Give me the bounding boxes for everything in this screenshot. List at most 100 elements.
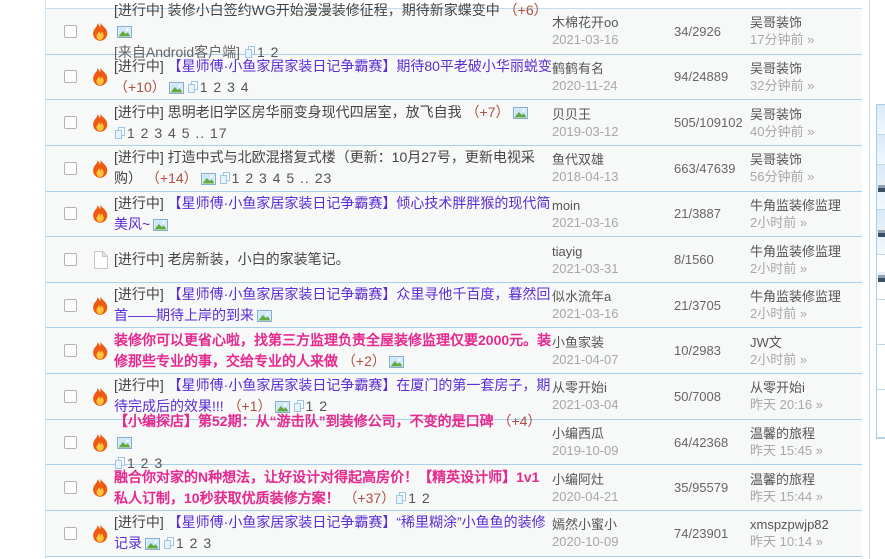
thread-title-link[interactable]: 融合你对家的N种想法，让好设计对得起高房价！【精英设计师】1v1私人订制，10秒… bbox=[114, 469, 539, 506]
thread-select-checkbox[interactable] bbox=[64, 436, 77, 449]
quicknav-cell-fragment[interactable] bbox=[877, 210, 885, 255]
thread-select-checkbox[interactable] bbox=[64, 481, 77, 494]
reply-view-counts: 94/24889 bbox=[674, 69, 750, 84]
lastpost-time-link[interactable]: 昨天 20:16 » bbox=[750, 397, 823, 412]
lastpost-author-link[interactable]: xmspzpwjp82 bbox=[750, 516, 860, 533]
quicknav-cell-fragment[interactable] bbox=[877, 165, 885, 210]
thread-status-tag[interactable]: [进行中] bbox=[114, 2, 164, 18]
quicknav-cell-fragment[interactable] bbox=[877, 300, 885, 345]
hot-flame-icon bbox=[92, 433, 108, 452]
author-name-link[interactable]: tiayig bbox=[552, 243, 674, 260]
author-name-link[interactable]: 嫣然小蜜小 bbox=[552, 516, 674, 533]
lastpost-time-link[interactable]: 32分钟前 » bbox=[750, 78, 814, 93]
lastpost-cell: 温馨的旅程昨天 15:44 » bbox=[750, 471, 860, 505]
lastpost-time-link[interactable]: 17分钟前 » bbox=[750, 32, 814, 47]
lastpost-time-link[interactable]: 2小时前 » bbox=[750, 215, 807, 230]
thread-title-link[interactable]: 思明老旧学区房华丽变身现代四居室，放飞自我 bbox=[168, 104, 462, 120]
page-number-links[interactable]: 1 2 3 4 5 .. 23 bbox=[232, 170, 333, 186]
thread-title-link[interactable]: 【小编探店】第52期：从“游击队”到装修公司，不变的是口碑 bbox=[114, 413, 494, 429]
thread-select-checkbox[interactable] bbox=[64, 207, 77, 220]
page-number-links[interactable]: 1 2 3 4 5 .. 17 bbox=[127, 125, 228, 141]
author-name-link[interactable]: 似水流年a bbox=[552, 288, 674, 305]
thread-select-checkbox[interactable] bbox=[64, 253, 77, 266]
lastpost-time-link[interactable]: 2小时前 » bbox=[750, 261, 807, 276]
author-name-link[interactable]: 鹤鹤有名 bbox=[552, 60, 674, 77]
lastpost-cell: 吴哥装饰32分钟前 » bbox=[750, 60, 860, 94]
thread-row: 融合你对家的N种想法，让好设计对得起高房价！【精英设计师】1v1私人订制，10秒… bbox=[46, 465, 862, 511]
lastpost-author-link[interactable]: 吴哥装饰 bbox=[750, 151, 860, 168]
thread-status-tag[interactable]: [进行中] bbox=[114, 377, 164, 393]
quicknav-glyph-fragment bbox=[878, 272, 885, 282]
page-number-links[interactable]: 1 2 bbox=[408, 490, 430, 506]
thread-status-tag[interactable]: [进行中] bbox=[114, 104, 164, 120]
quicknav-cell-fragment[interactable] bbox=[877, 135, 885, 165]
lastpost-author-link[interactable]: 吴哥装饰 bbox=[750, 106, 860, 123]
quicknav-cell-fragment[interactable] bbox=[877, 105, 885, 135]
recommend-count: （+37） bbox=[343, 490, 395, 506]
thread-select-checkbox[interactable] bbox=[64, 70, 77, 83]
thread-status-tag[interactable]: [进行中] bbox=[114, 195, 164, 211]
thread-status-tag[interactable]: [进行中] bbox=[114, 149, 164, 165]
lastpost-author-link[interactable]: 吴哥装饰 bbox=[750, 60, 860, 77]
lastpost-time-link[interactable]: 昨天 10:14 » bbox=[750, 534, 823, 549]
lastpost-time-link[interactable]: 昨天 15:44 » bbox=[750, 489, 823, 504]
quicknav-cell-fragment[interactable] bbox=[877, 390, 885, 438]
author-name-link[interactable]: 从零开始i bbox=[552, 379, 674, 396]
thread-row: 【小编探店】第52期：从“游击队”到装修公司，不变的是口碑 （+4）1 2 3小… bbox=[46, 420, 862, 466]
author-name-link[interactable]: 小编西瓜 bbox=[552, 425, 674, 442]
reply-view-counts: 663/47639 bbox=[674, 161, 750, 176]
author-name-link[interactable]: moin bbox=[552, 197, 674, 214]
thread-row: [进行中] 思明老旧学区房华丽变身现代四居室，放飞自我 （+7）1 2 3 4 … bbox=[46, 100, 862, 146]
thread-status-tag[interactable]: [进行中] bbox=[114, 251, 164, 267]
quicknav-cell-fragment[interactable] bbox=[877, 255, 885, 300]
author-cell: 小编阿灶2020-04-21 bbox=[552, 471, 674, 505]
page-number-links[interactable]: 1 2 3 4 bbox=[200, 79, 250, 95]
hot-flame-icon bbox=[92, 204, 108, 223]
page-number-links[interactable]: 1 2 3 bbox=[176, 535, 212, 551]
thread-title-link[interactable]: 装修你可以更省心啦，找第三方监理负责全屋装修监理仅要2000元。装修那些专业的事… bbox=[114, 332, 551, 369]
author-name-link[interactable]: 小鱼家装 bbox=[552, 334, 674, 351]
lastpost-author-link[interactable]: 从零开始i bbox=[750, 379, 860, 396]
lastpost-time-link[interactable]: 2小时前 » bbox=[750, 306, 807, 321]
thread-select-checkbox[interactable] bbox=[64, 344, 77, 357]
lastpost-author-link[interactable]: JW文 bbox=[750, 334, 860, 351]
thread-select-checkbox[interactable] bbox=[64, 390, 77, 403]
thread-status-tag[interactable]: [进行中] bbox=[114, 58, 164, 74]
thread-select-checkbox[interactable] bbox=[64, 25, 77, 38]
thread-title-link[interactable]: 装修小白签约WG开始漫漫装修征程，期待新家蝶变中 bbox=[168, 2, 500, 18]
lastpost-time-link[interactable]: 2小时前 » bbox=[750, 352, 807, 367]
thread-title-cell: 装修你可以更省心啦，找第三方监理负责全屋装修监理仅要2000元。装修那些专业的事… bbox=[114, 330, 552, 372]
thread-title-link[interactable]: 老房新装，小白的家装笔记。 bbox=[168, 251, 350, 267]
thread-row: [进行中] 打造中式与北欧混搭复式楼（更新：10月27号，更新电视采购） （+1… bbox=[46, 146, 862, 192]
right-quicknav-panel[interactable] bbox=[876, 104, 885, 439]
thread-select-checkbox[interactable] bbox=[64, 116, 77, 129]
thread-select-checkbox[interactable] bbox=[64, 299, 77, 312]
lastpost-author-link[interactable]: 牛角监装修监理 bbox=[750, 197, 860, 214]
author-name-link[interactable]: 鱼代双雄 bbox=[552, 151, 674, 168]
hot-flame-icon bbox=[92, 159, 108, 178]
thread-select-checkbox[interactable] bbox=[64, 162, 77, 175]
lastpost-time-link[interactable]: 40分钟前 » bbox=[750, 124, 814, 139]
lastpost-author-link[interactable]: 吴哥装饰 bbox=[750, 14, 860, 31]
lastpost-time-link[interactable]: 56分钟前 » bbox=[750, 169, 814, 184]
thread-row: [进行中] 【星师傅·小鱼家居家装日记争霸赛】期待80平老破小华丽蜕变 （+10… bbox=[46, 55, 862, 101]
thread-title-link[interactable]: 【星师傅·小鱼家居家装日记争霸赛】倾心技术胖胖猴的现代简美风~ bbox=[114, 195, 550, 232]
thread-title-link[interactable]: 【星师傅·小鱼家居家装日记争霸赛】期待80平老破小华丽蜕变 bbox=[168, 58, 552, 74]
thread-status-tag[interactable]: [进行中] bbox=[114, 514, 164, 530]
lastpost-author-link[interactable]: 温馨的旅程 bbox=[750, 471, 860, 488]
checkbox-cell bbox=[46, 344, 86, 357]
author-name-link[interactable]: 木棉花开oo bbox=[552, 14, 674, 31]
lastpost-time-link[interactable]: 昨天 15:45 » bbox=[750, 443, 823, 458]
quicknav-cell-fragment[interactable] bbox=[877, 345, 885, 390]
thread-title-link[interactable]: 【星师傅·小鱼家居家装日记争霸赛】众里寻他千百度，暮然回首——期待上岸的到来 bbox=[114, 286, 550, 323]
author-name-link[interactable]: 小编阿灶 bbox=[552, 471, 674, 488]
lastpost-author-link[interactable]: 温馨的旅程 bbox=[750, 425, 860, 442]
thread-title-link[interactable]: 【星师傅·小鱼家居家装日记争霸赛】在厦门的第一套房子，期待完成后的效果!!! bbox=[114, 377, 550, 414]
lastpost-author-link[interactable]: 牛角监装修监理 bbox=[750, 288, 860, 305]
thread-select-checkbox[interactable] bbox=[64, 527, 77, 540]
lastpost-author-link[interactable]: 牛角监装修监理 bbox=[750, 243, 860, 260]
thread-type-cell bbox=[86, 67, 114, 86]
author-cell: 木棉花开oo2021-03-16 bbox=[552, 14, 674, 48]
thread-status-tag[interactable]: [进行中] bbox=[114, 286, 164, 302]
author-name-link[interactable]: 贝贝王 bbox=[552, 106, 674, 123]
